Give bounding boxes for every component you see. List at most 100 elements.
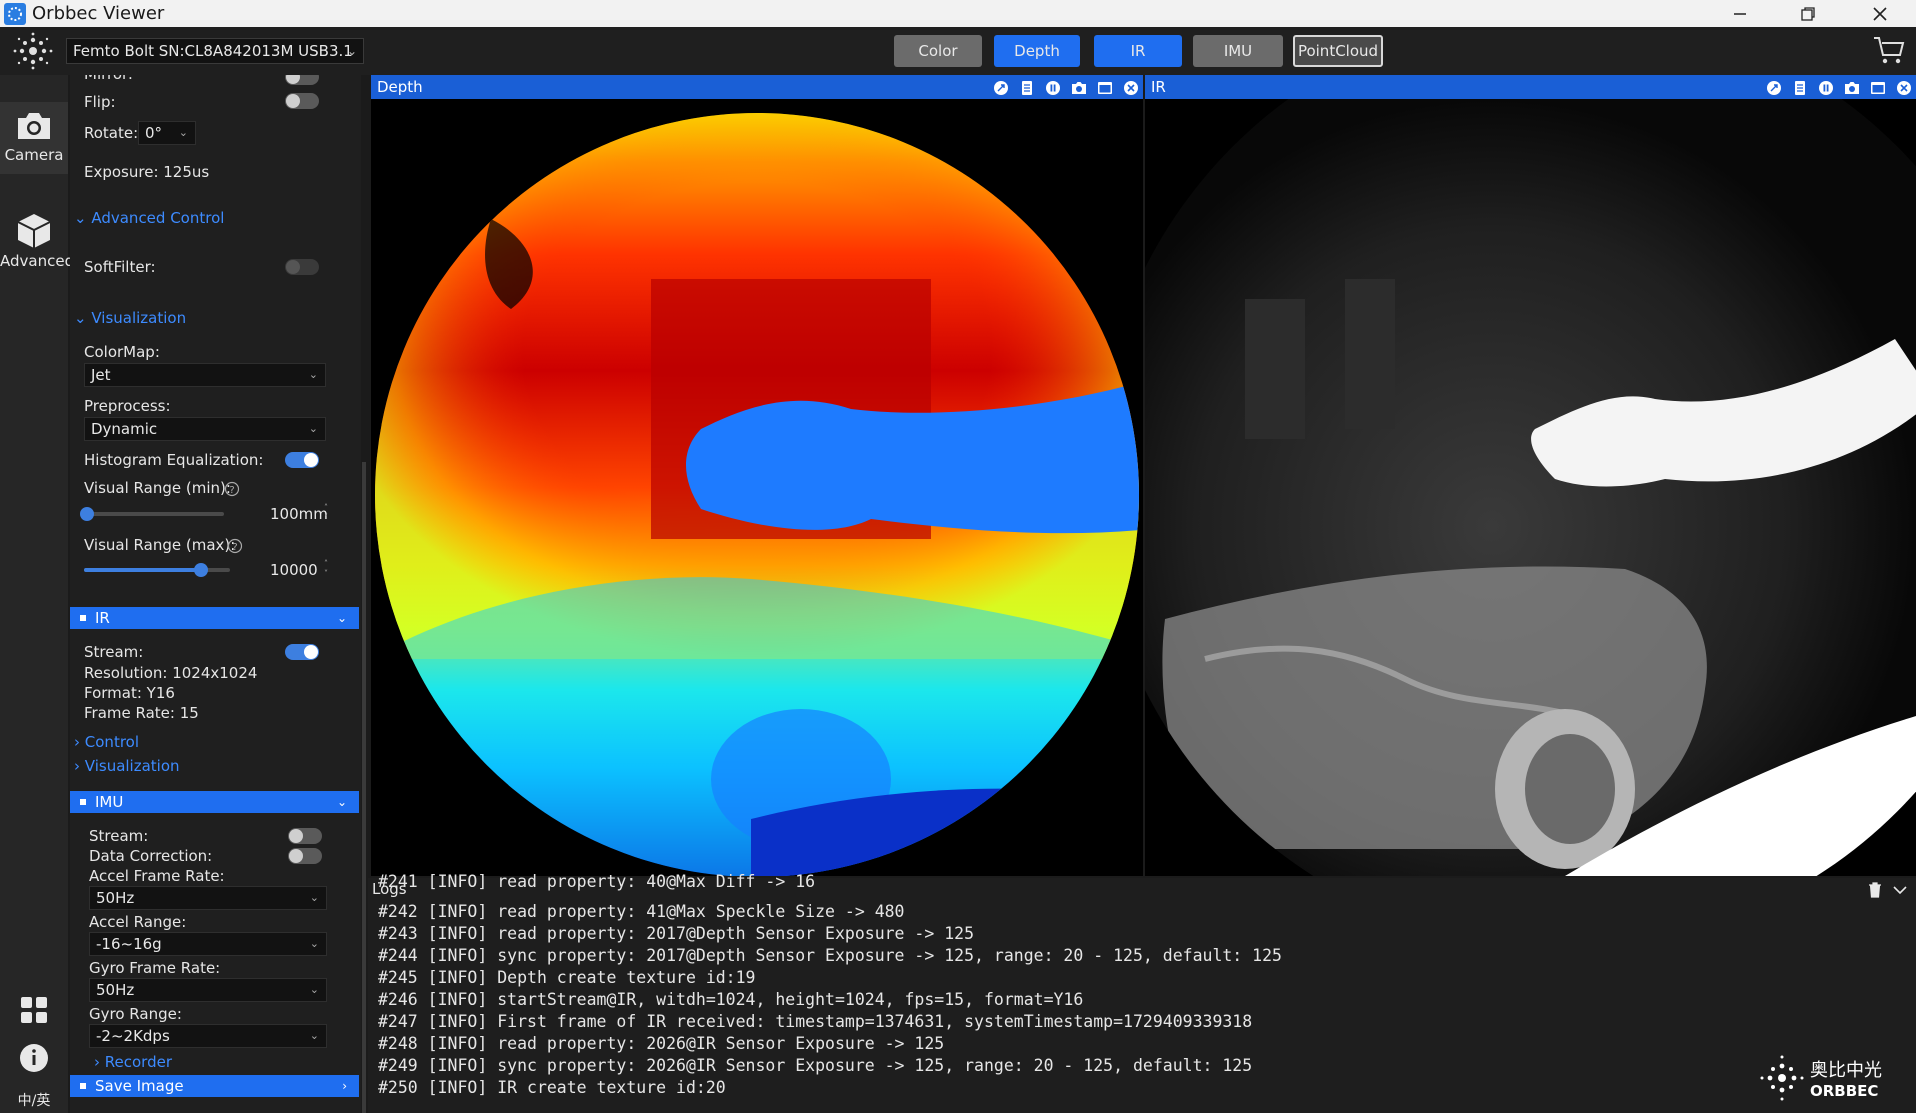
expand-icon[interactable] xyxy=(993,79,1009,95)
square-bullet-icon xyxy=(80,1083,86,1089)
imu-data-correction-toggle[interactable] xyxy=(288,848,322,864)
info-doc-icon[interactable] xyxy=(1792,79,1808,95)
range-max-input[interactable]: 10000 xyxy=(270,559,322,581)
close-window-button[interactable] xyxy=(1846,0,1914,27)
recorder-label: Recorder xyxy=(104,1053,173,1071)
pause-icon[interactable] xyxy=(1045,79,1061,95)
log-line: #249 [INFO] sync property: 2026@IR Senso… xyxy=(378,1056,1253,1075)
spin-arrows-icon[interactable]: ˄ ˅ xyxy=(324,503,328,523)
expand-icon[interactable] xyxy=(1766,79,1782,95)
range-min-label: Visual Range (min): xyxy=(84,479,231,497)
window-icon[interactable] xyxy=(1097,79,1113,95)
histogram-toggle[interactable] xyxy=(285,452,319,468)
chevron-down-icon: ⌄ xyxy=(74,209,92,227)
screenshot-icon[interactable] xyxy=(1844,79,1860,95)
ir-stream-toggle[interactable] xyxy=(285,644,319,660)
close-icon[interactable] xyxy=(1896,79,1912,95)
nav-camera[interactable]: Camera xyxy=(0,102,68,174)
tab-pointcloud[interactable]: PointCloud xyxy=(1293,35,1383,67)
ir-image xyxy=(1145,99,1916,876)
screenshot-icon[interactable] xyxy=(1071,79,1087,95)
preprocess-value: Dynamic xyxy=(91,420,158,438)
rotate-select[interactable]: 0° ⌄ xyxy=(138,121,196,145)
range-max-slider[interactable] xyxy=(84,563,230,577)
language-toggle[interactable]: 中/英 xyxy=(0,1090,68,1110)
ir-visualization-section[interactable]: › Visualization xyxy=(74,757,180,775)
depth-view-title: Depth xyxy=(377,78,423,96)
gyro-frame-rate-select[interactable]: 50Hz ⌄ xyxy=(89,978,327,1002)
save-image-section-header[interactable]: Save Image › xyxy=(70,1075,359,1097)
accel-frame-rate-label: Accel Frame Rate: xyxy=(89,867,225,885)
close-icon[interactable] xyxy=(1123,79,1139,95)
gyro-range-value: -2~2Kdps xyxy=(96,1027,170,1045)
tab-imu[interactable]: IMU xyxy=(1193,35,1283,67)
pause-icon[interactable] xyxy=(1818,79,1834,95)
depth-image xyxy=(375,113,1139,876)
slider-fill xyxy=(84,568,201,572)
gyro-range-label: Gyro Range: xyxy=(89,1005,182,1023)
preprocess-label: Preprocess: xyxy=(84,397,171,415)
slider-knob[interactable] xyxy=(79,507,94,521)
window-icon[interactable] xyxy=(1870,79,1886,95)
range-min-slider[interactable] xyxy=(79,507,224,521)
tab-color[interactable]: Color xyxy=(894,35,982,67)
advanced-control-section[interactable]: ⌄ Advanced Control xyxy=(74,209,224,227)
colormap-select[interactable]: Jet ⌄ xyxy=(84,363,326,387)
cart-icon[interactable] xyxy=(1872,34,1906,66)
ir-view[interactable]: IR xyxy=(1145,75,1916,876)
accel-range-label: Accel Range: xyxy=(89,913,187,931)
panel-scrollbar[interactable] xyxy=(362,462,366,1113)
softfilter-toggle[interactable] xyxy=(285,259,319,275)
log-line: #243 [INFO] read property: 2017@Depth Se… xyxy=(378,924,975,943)
nav-advanced[interactable]: Advanced xyxy=(0,208,74,278)
info-icon[interactable] xyxy=(19,1043,49,1073)
gyro-range-select[interactable]: -2~2Kdps ⌄ xyxy=(89,1024,327,1048)
info-doc-icon[interactable] xyxy=(1019,79,1035,95)
device-selector[interactable]: Femto Bolt SN:CL8A842013M USB3.1 ⌄ xyxy=(66,38,364,64)
tab-depth[interactable]: Depth xyxy=(994,35,1080,67)
rotate-value: 0° xyxy=(145,124,163,142)
rotate-label: Rotate: xyxy=(84,124,139,142)
imu-section-title: IMU xyxy=(95,793,124,811)
chevron-down-icon: ⌄ xyxy=(178,126,188,139)
recorder-section[interactable]: › Recorder xyxy=(94,1053,172,1071)
minimize-button[interactable] xyxy=(1706,0,1774,27)
ir-control-section[interactable]: › Control xyxy=(74,733,139,751)
ir-section-title: IR xyxy=(95,609,110,627)
slider-knob[interactable] xyxy=(193,563,208,577)
tab-ir[interactable]: IR xyxy=(1094,35,1182,67)
apps-grid-icon[interactable] xyxy=(20,996,48,1024)
flip-toggle[interactable] xyxy=(285,93,319,109)
cube-icon xyxy=(17,214,51,248)
restore-button[interactable] xyxy=(1774,0,1842,27)
settings-panel: Mirror: Flip: Rotate: 0° ⌄ Exposure: 125u… xyxy=(70,75,361,1113)
spin-arrows-icon[interactable]: ˄ ˅ xyxy=(324,559,328,579)
minimize-icon xyxy=(1734,12,1746,15)
orbbec-logo-icon xyxy=(13,32,53,70)
chevron-down-icon: ⌄ xyxy=(336,611,347,625)
accel-frame-rate-select[interactable]: 50Hz ⌄ xyxy=(89,886,327,910)
imu-stream-toggle[interactable] xyxy=(288,828,322,844)
imu-section-header[interactable]: IMU ⌄ xyxy=(70,791,359,813)
visualization-section[interactable]: ⌄ Visualization xyxy=(74,309,186,327)
save-image-title: Save Image xyxy=(95,1077,184,1095)
advanced-control-label: Advanced Control xyxy=(91,209,225,227)
log-line: #247 [INFO] First frame of IR received: … xyxy=(378,1012,1253,1031)
svg-text:?: ? xyxy=(232,542,237,553)
help-icon[interactable]: ? xyxy=(227,538,243,554)
trash-icon[interactable] xyxy=(1868,882,1882,898)
ir-control-label: Control xyxy=(84,733,140,751)
depth-view[interactable]: Depth xyxy=(371,75,1143,876)
range-min-input[interactable]: 100mm xyxy=(270,503,332,525)
preprocess-select[interactable]: Dynamic ⌄ xyxy=(84,417,326,441)
gyro-frame-rate-value: 50Hz xyxy=(96,981,135,999)
chevron-right-icon: › xyxy=(342,1079,347,1093)
gyro-frame-rate-label: Gyro Frame Rate: xyxy=(89,959,221,977)
help-icon[interactable]: ? xyxy=(224,481,240,497)
mirror-toggle[interactable] xyxy=(285,75,319,85)
chevron-down-icon[interactable] xyxy=(1892,884,1908,896)
log-line: #248 [INFO] read property: 2026@IR Senso… xyxy=(378,1034,945,1053)
ir-view-header: IR xyxy=(1145,75,1916,99)
ir-section-header[interactable]: IR ⌄ xyxy=(70,607,359,629)
accel-range-select[interactable]: -16~16g ⌄ xyxy=(89,932,327,956)
